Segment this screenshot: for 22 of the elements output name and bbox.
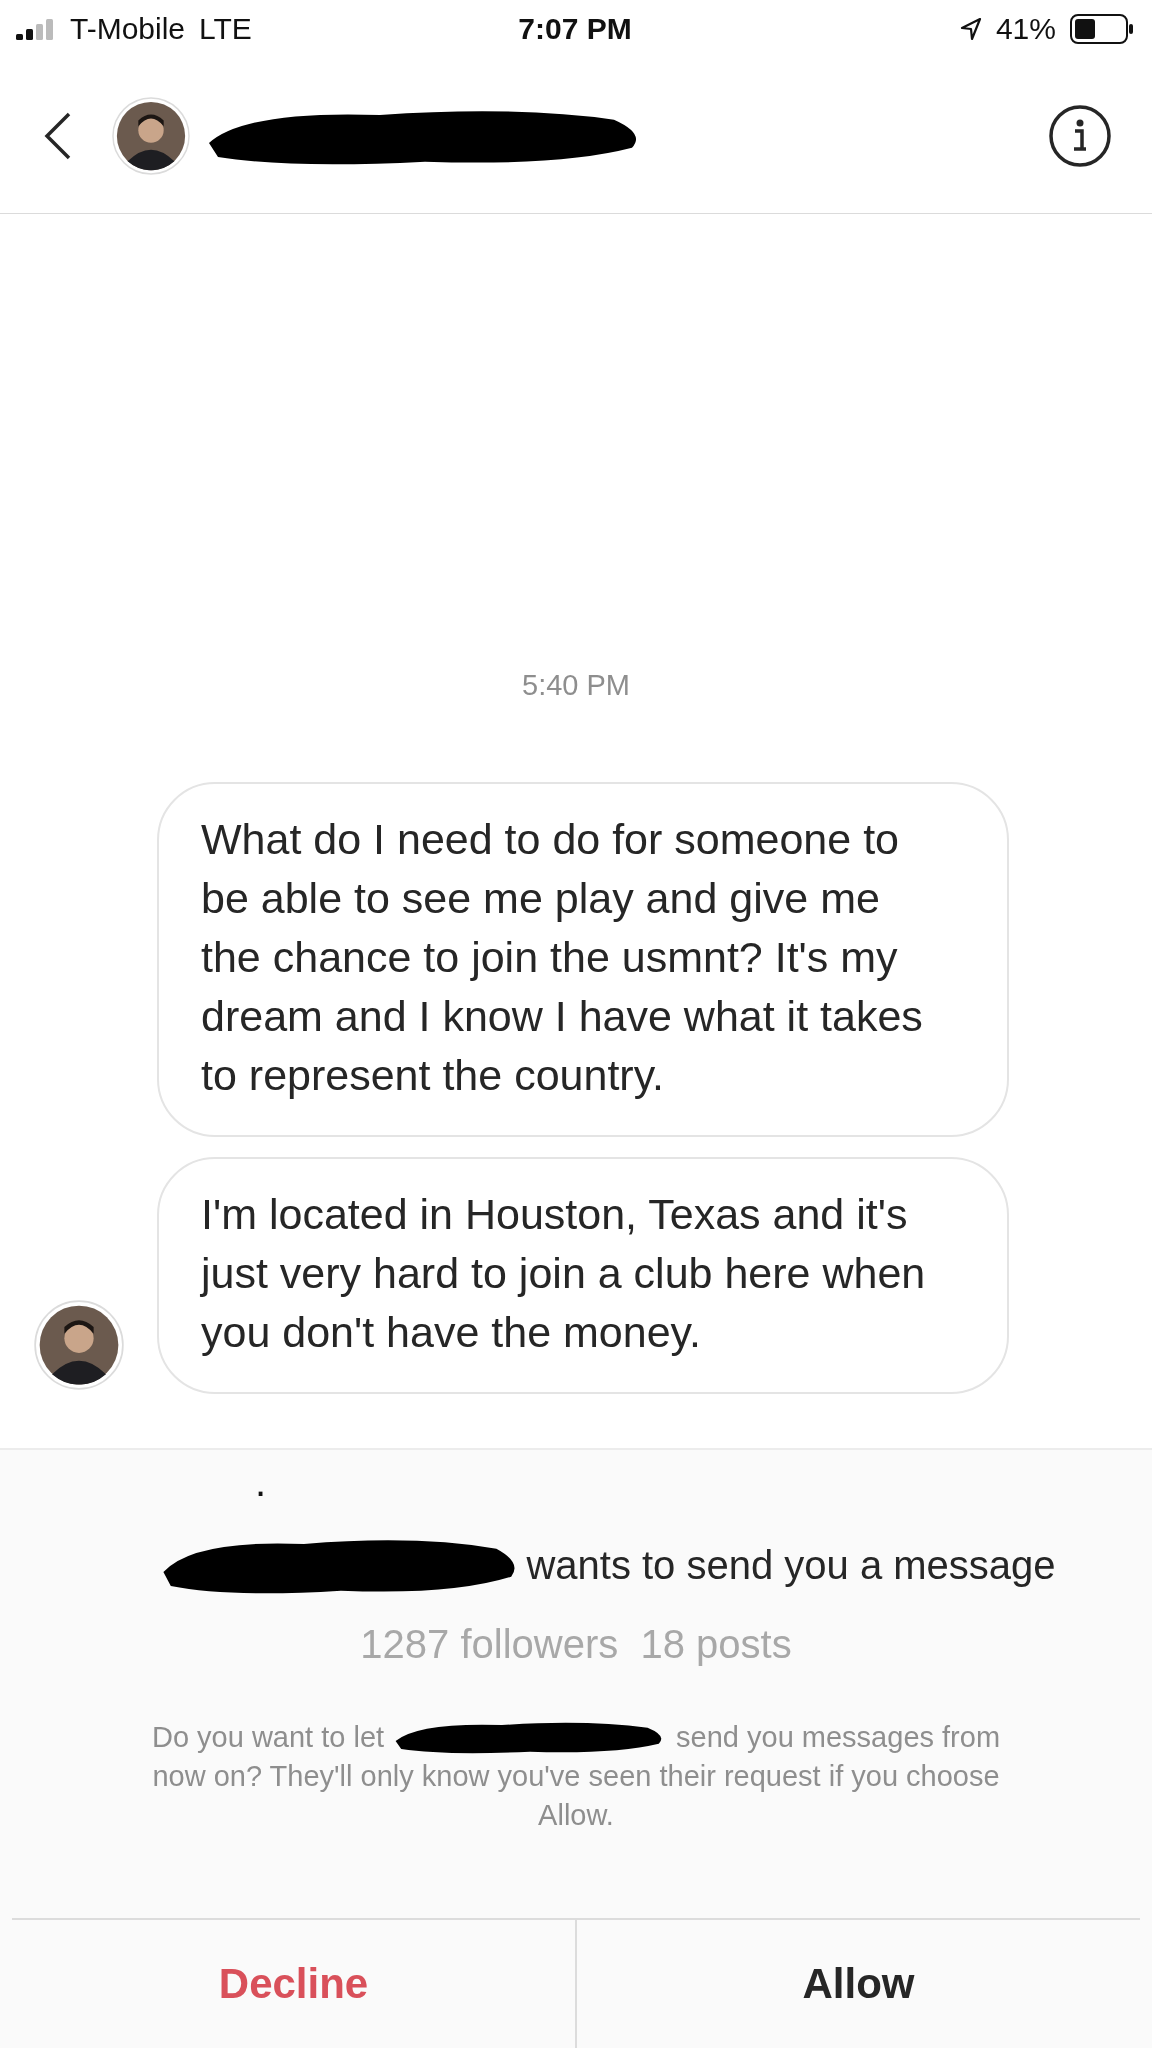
decline-button[interactable]: Decline — [12, 1920, 575, 2048]
prompt-text: send you messages from — [676, 1719, 1001, 1755]
avatar-icon — [112, 96, 190, 175]
carrier-name: T-Mobile — [70, 12, 186, 46]
battery-icon — [1070, 14, 1134, 44]
message-bubble: I'm located in Houston, Texas and it's just very hard to join a club here when you don't have the money. — [157, 1157, 1009, 1394]
signal-icon — [16, 18, 56, 40]
message-bubble: What do I need to do for someone to be able to see me play and give me the chance to join the usmnt? It's my dream and I know I have what it takes to represent the country. — [157, 782, 1009, 1137]
prompt-text: now on? They'll only know you've seen their request if you choose Allow. — [151, 1759, 1001, 1833]
allow-button[interactable]: Allow — [575, 1920, 1140, 2048]
info-icon[interactable] — [1048, 103, 1112, 168]
message-timestamp: 5:40 PM — [522, 669, 630, 702]
dot-mark: . — [255, 1460, 267, 1505]
location-icon — [959, 17, 982, 41]
battery-percent: 41% — [995, 12, 1056, 46]
profile-stats: 1287 followers 18 posts — [360, 1622, 792, 1667]
prompt-text: Do you want to let — [151, 1719, 385, 1755]
clock: 7:07 PM — [518, 12, 632, 46]
request-headline: wants to send you a message — [526, 1542, 1056, 1588]
network-type: LTE — [199, 12, 252, 46]
avatar-icon — [34, 1300, 124, 1390]
back-icon[interactable] — [44, 111, 72, 160]
